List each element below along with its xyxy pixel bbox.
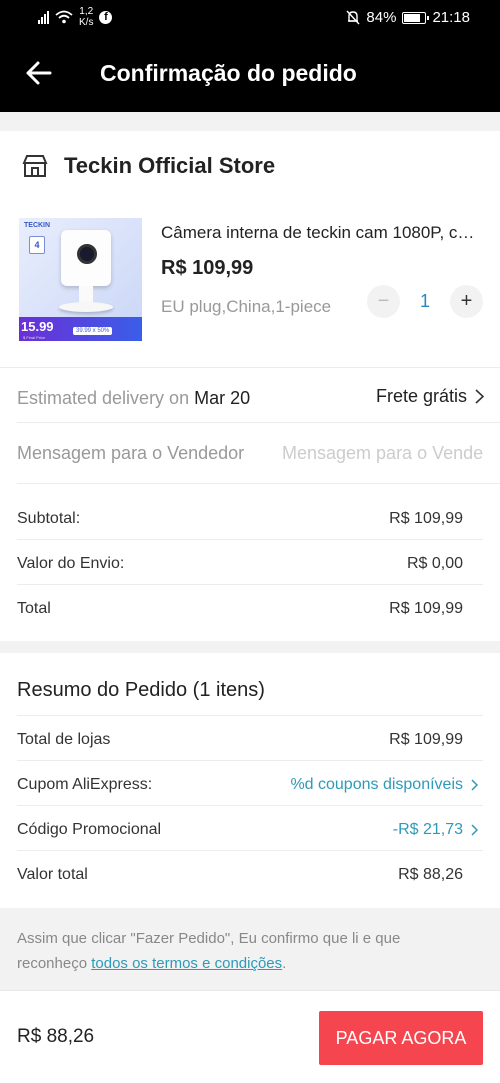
seller-message-input[interactable] — [282, 439, 484, 467]
promo-code-value: -R$ 21,73 — [392, 821, 463, 838]
coupon-selector[interactable]: %d coupons disponíveis — [290, 776, 478, 794]
grand-total-label: Valor total — [17, 866, 88, 883]
divider — [17, 483, 500, 484]
divider — [17, 850, 483, 851]
divider — [0, 367, 500, 368]
promo-price-caption: $ Final Price — [23, 335, 46, 340]
checkout-footer: R$ 88,26 PAGAR AGORA — [0, 990, 500, 1083]
decrease-quantity-button[interactable]: − — [367, 285, 400, 318]
quantity-stepper: − 1 + — [367, 285, 483, 318]
divider — [17, 715, 483, 716]
coupon-value: %d coupons disponíveis — [290, 776, 463, 793]
promo-offer: 39.99 x 50% — [73, 327, 113, 335]
product-title[interactable]: Câmera interna de teckin cam 1080P, câme… — [161, 223, 481, 243]
store-icon — [22, 155, 48, 177]
store-header[interactable]: Teckin Official Store — [22, 153, 275, 179]
clock: 21:18 — [432, 9, 470, 26]
divider — [17, 584, 483, 585]
battery-icon — [402, 11, 430, 24]
product-image-brand: TECKIN — [24, 222, 51, 229]
total-label: Total — [17, 600, 51, 617]
divider — [17, 422, 500, 423]
chevron-right-icon — [471, 824, 478, 836]
product-price: R$ 109,99 — [161, 257, 254, 279]
divider — [17, 805, 483, 806]
plus-icon: + — [460, 290, 473, 312]
product-variant[interactable]: EU plug,China,1-piece — [161, 297, 331, 317]
quantity-value: 1 — [419, 291, 430, 311]
seller-message-label: Mensagem para o Vendedor — [17, 443, 245, 463]
facebook-icon: f — [99, 10, 113, 24]
shipping-option[interactable]: Frete grátis — [376, 386, 484, 407]
stores-total-label: Total de lojas — [17, 731, 111, 748]
camera-base — [59, 302, 113, 312]
promo-code-label: Código Promocional — [17, 821, 162, 838]
divider — [17, 760, 483, 761]
signal-icon — [38, 10, 49, 24]
order-summary-card: Resumo do Pedido (1 itens) Total de loja… — [0, 653, 500, 908]
increase-quantity-button[interactable]: + — [450, 285, 483, 318]
calendar-icon: 4 — [29, 236, 45, 254]
app-header: Confirmação do pedido — [0, 36, 500, 112]
shipping-cost-value: R$ 0,00 — [406, 555, 463, 572]
promo-code-selector[interactable]: -R$ 21,73 — [393, 821, 478, 839]
terms-link[interactable]: todos os termos e condições — [91, 955, 282, 972]
grand-total-value: R$ 88,26 — [398, 866, 463, 883]
terms-notice: Assim que clicar "Fazer Pedido", Eu conf… — [17, 930, 401, 972]
footer-total: R$ 88,26 — [17, 1026, 95, 1047]
store-name: Teckin Official Store — [64, 153, 276, 178]
delivery-estimate: Estimated delivery on Mar 20 — [17, 388, 251, 408]
mute-bell-icon — [346, 10, 360, 25]
chevron-right-icon — [471, 779, 478, 791]
chevron-right-icon — [475, 389, 484, 404]
coupon-label: Cupom AliExpress: — [17, 776, 153, 793]
promo-price: 15.99 — [21, 319, 54, 334]
shipping-cost-label: Valor do Envio: — [17, 555, 125, 572]
subtotal-value: R$ 109,99 — [389, 510, 463, 527]
summary-title: Resumo do Pedido (1 itens) — [17, 679, 265, 701]
stores-total-value: R$ 109,99 — [389, 731, 463, 748]
pay-now-button[interactable]: PAGAR AGORA — [319, 1011, 483, 1065]
shipping-label: Frete grátis — [375, 386, 467, 406]
store-card: Teckin Official Store TECKIN 4 15.99 $ F… — [0, 131, 500, 641]
network-speed: 1,2 K/s — [79, 6, 94, 28]
product-image[interactable]: TECKIN 4 15.99 $ Final Price 39.99 x 50% — [19, 218, 142, 341]
page-title: Confirmação do pedido — [100, 60, 357, 86]
status-bar: 1,2 K/s f 84% 21:18 — [0, 0, 500, 36]
minus-icon: − — [377, 290, 390, 312]
battery-percent: 84% — [366, 9, 397, 26]
delivery-date: Mar 20 — [194, 388, 251, 408]
subtotal-label: Subtotal: — [17, 510, 81, 527]
divider — [17, 539, 483, 540]
arrow-left-icon[interactable] — [24, 58, 54, 88]
wifi-icon — [55, 10, 73, 24]
camera-lens — [77, 244, 97, 264]
total-value: R$ 109,99 — [389, 600, 463, 617]
